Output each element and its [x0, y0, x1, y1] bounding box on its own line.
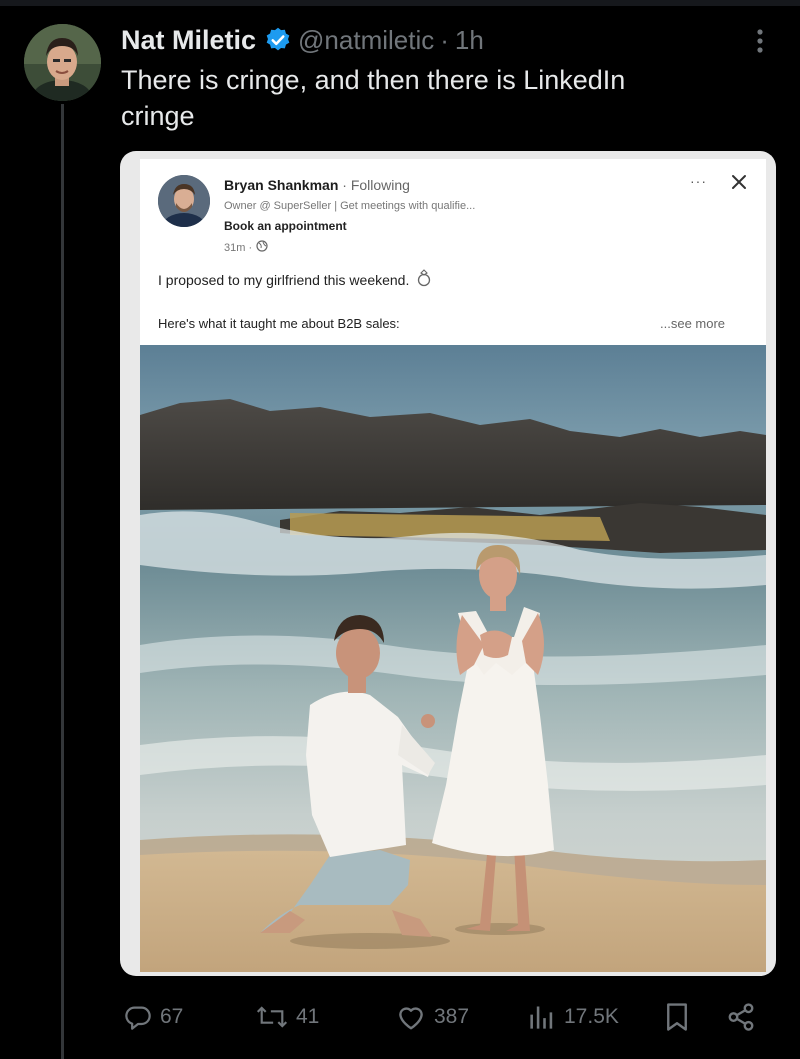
tweet-header: Nat Miletic @natmiletic · 1h: [121, 20, 484, 60]
linkedin-text-line1: I proposed to my girlfriend this weekend…: [158, 271, 410, 288]
more-options-icon[interactable]: [748, 26, 772, 56]
linkedin-see-more: ...see more: [660, 316, 726, 331]
linkedin-author-line: Bryan Shankman · Following: [224, 177, 410, 193]
reply-icon: [124, 1003, 152, 1031]
ring-icon: [415, 269, 433, 290]
linkedin-time-row: 31m ·: [224, 240, 268, 255]
linkedin-text-line1-row: I proposed to my girlfriend this weekend…: [158, 269, 433, 290]
linkedin-author-name: Bryan Shankman: [224, 177, 339, 193]
tweet-actions: 67 41 387 17.5K: [0, 995, 800, 1039]
author-avatar[interactable]: [24, 24, 101, 101]
linkedin-author-avatar: [158, 175, 210, 227]
author-name[interactable]: Nat Miletic: [121, 25, 256, 56]
share-icon: [726, 1002, 756, 1032]
like-button[interactable]: 387: [396, 995, 469, 1039]
reply-count: 67: [160, 1005, 184, 1028]
views-icon: [526, 1003, 556, 1031]
views-button[interactable]: 17.5K: [526, 995, 619, 1039]
linkedin-headline: Owner @ SuperSeller | Get meetings with …: [224, 200, 476, 212]
repost-button[interactable]: 41: [256, 995, 319, 1039]
views-count: 17.5K: [564, 1005, 619, 1028]
repost-icon: [256, 1003, 288, 1031]
tweet-text: There is cringe, and then there is Linke…: [121, 65, 626, 131]
reply-button[interactable]: 67: [124, 995, 183, 1039]
share-button[interactable]: [726, 995, 756, 1039]
linkedin-menu-dots-icon: ···: [690, 173, 707, 189]
author-handle[interactable]: @natmiletic: [298, 25, 434, 56]
linkedin-post-card: Bryan Shankman · Following Owner @ Super…: [140, 159, 766, 972]
linkedin-cta: Book an appointment: [224, 219, 347, 233]
close-icon: [728, 171, 750, 193]
proposal-photo: [140, 345, 766, 972]
repost-count: 41: [296, 1005, 320, 1028]
bookmark-button[interactable]: [664, 995, 690, 1039]
top-divider: [0, 0, 800, 6]
linkedin-follow-status: · Following: [342, 177, 410, 193]
thread-line: [61, 104, 64, 1059]
tweet-time[interactable]: 1h: [455, 25, 484, 56]
verified-badge-icon: [264, 26, 292, 54]
like-count: 387: [434, 1005, 470, 1028]
like-icon: [396, 1003, 426, 1031]
bookmark-icon: [664, 1002, 690, 1032]
time-separator: ·: [440, 24, 449, 55]
linkedin-post-time: 31m ·: [224, 241, 253, 254]
tweet-media[interactable]: Bryan Shankman · Following Owner @ Super…: [120, 151, 776, 976]
linkedin-text-line2: Here's what it taught me about B2B sales…: [158, 316, 400, 331]
globe-icon: [256, 240, 268, 255]
